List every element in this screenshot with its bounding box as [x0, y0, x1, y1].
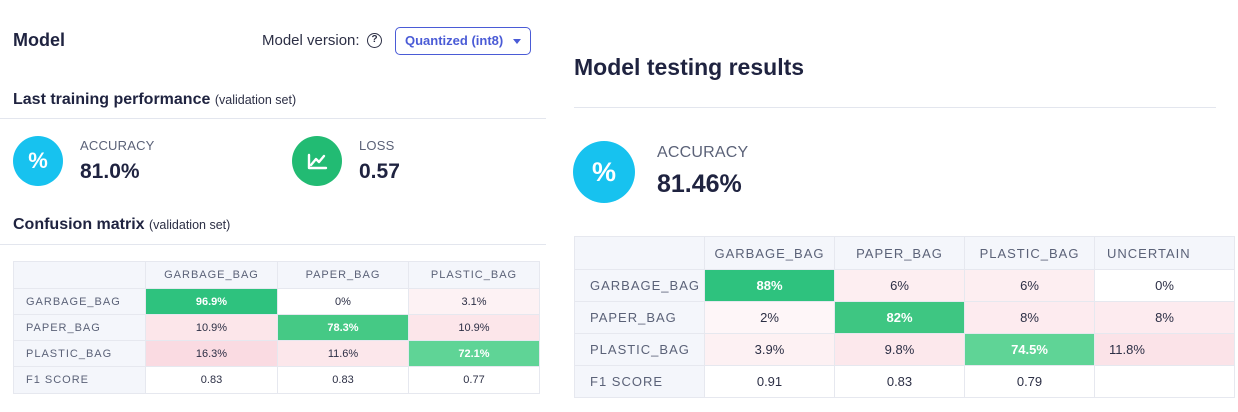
model-version-value: Quantized (int8) [405, 33, 504, 48]
confusion-matrix-heading: Confusion matrix (validation set) [13, 216, 230, 234]
model-title: Model [13, 30, 65, 50]
row-header: PLASTIC_BAG [13, 340, 146, 367]
matrix-cell: 82% [834, 301, 965, 334]
table-row: PLASTIC_BAG 16.3% 11.6% 72.1% [13, 340, 540, 367]
table-row: PLASTIC_BAG 3.9% 9.8% 74.5% 11.8% [574, 333, 1235, 366]
chevron-down-icon [513, 39, 521, 44]
row-header: F1 SCORE [574, 365, 705, 398]
training-heading-text: Last training performance [13, 91, 211, 108]
help-icon[interactable]: ? [367, 33, 382, 48]
row-header: PLASTIC_BAG [574, 333, 705, 366]
testing-panel: Model testing results % ACCURACY 81.46% … [560, 0, 1238, 412]
row-header: F1 SCORE [13, 366, 146, 394]
training-performance-heading: Last training performance (validation se… [13, 91, 296, 109]
loss-label: LOSS [359, 138, 395, 153]
table-corner [574, 236, 705, 270]
matrix-cell: 8% [964, 301, 1095, 334]
table-row: GARBAGE_BAG 96.9% 0% 3.1% [13, 288, 540, 315]
f1-cell: 0.91 [704, 365, 835, 398]
matrix-cell: 16.3% [145, 340, 278, 367]
confusion-matrix-table: GARBAGE_BAG PAPER_BAG PLASTIC_BAG GARBAG… [13, 261, 540, 394]
table-row: PAPER_BAG 10.9% 78.3% 10.9% [13, 314, 540, 341]
matrix-cell: 11.8% [1094, 333, 1235, 366]
row-header: GARBAGE_BAG [574, 269, 705, 302]
table-row: PAPER_BAG 2% 82% 8% 8% [574, 301, 1235, 334]
matrix-cell: 9.8% [834, 333, 965, 366]
table-row: GARBAGE_BAG 88% 6% 6% 0% [574, 269, 1235, 302]
row-header: GARBAGE_BAG [13, 288, 146, 315]
matrix-cell: 72.1% [408, 340, 540, 367]
accuracy-label: ACCURACY [80, 138, 155, 153]
row-header: PAPER_BAG [13, 314, 146, 341]
row-header: PAPER_BAG [574, 301, 705, 334]
accuracy-label: ACCURACY [657, 144, 749, 161]
model-version-label: Model version: [262, 32, 360, 49]
matrix-cell: 0% [1094, 269, 1235, 302]
loss-value: 0.57 [359, 160, 400, 183]
model-version-select[interactable]: Quantized (int8) [395, 27, 531, 55]
matrix-cell: 78.3% [277, 314, 409, 341]
column-header: PLASTIC_BAG [408, 261, 540, 289]
f1-cell: 0.83 [834, 365, 965, 398]
column-header: PAPER_BAG [834, 236, 965, 270]
matrix-cell: 74.5% [964, 333, 1095, 366]
matrix-cell: 10.9% [408, 314, 540, 341]
table-header-row: GARBAGE_BAG PAPER_BAG PLASTIC_BAG [13, 261, 540, 289]
matrix-cell: 0% [277, 288, 409, 315]
matrix-cell: 6% [834, 269, 965, 302]
model-panel: Model Model version: ? Quantized (int8) … [0, 0, 546, 412]
f1-score-row: F1 SCORE 0.83 0.83 0.77 [13, 366, 540, 394]
table-corner [13, 261, 146, 289]
column-header: PLASTIC_BAG [964, 236, 1095, 270]
confusion-heading-text: Confusion matrix [13, 216, 145, 233]
column-header: GARBAGE_BAG [145, 261, 278, 289]
testing-confusion-matrix-table: GARBAGE_BAG PAPER_BAG PLASTIC_BAG UNCERT… [574, 236, 1235, 398]
matrix-cell: 11.6% [277, 340, 409, 367]
chart-line-icon [292, 136, 342, 186]
f1-cell: 0.77 [408, 366, 540, 394]
column-header: UNCERTAIN [1094, 236, 1235, 270]
matrix-cell: 8% [1094, 301, 1235, 334]
matrix-cell: 6% [964, 269, 1095, 302]
percent-icon: % [13, 136, 63, 186]
training-heading-note: (validation set) [214, 93, 297, 107]
accuracy-value: 81.0% [80, 160, 140, 183]
testing-title: Model testing results [574, 54, 805, 80]
matrix-cell: 3.1% [408, 288, 540, 315]
confusion-heading-note: (validation set) [149, 218, 231, 232]
divider [0, 244, 546, 245]
matrix-cell: 3.9% [704, 333, 835, 366]
matrix-cell: 88% [704, 269, 835, 302]
column-header: PAPER_BAG [277, 261, 409, 289]
table-header-row: GARBAGE_BAG PAPER_BAG PLASTIC_BAG UNCERT… [574, 236, 1235, 270]
f1-cell: 0.79 [964, 365, 1095, 398]
matrix-cell: 96.9% [145, 288, 278, 315]
f1-cell [1094, 365, 1235, 398]
matrix-cell: 10.9% [145, 314, 278, 341]
f1-cell: 0.83 [145, 366, 278, 394]
column-header: GARBAGE_BAG [704, 236, 835, 270]
f1-cell: 0.83 [277, 366, 409, 394]
f1-score-row: F1 SCORE 0.91 0.83 0.79 [574, 365, 1235, 398]
percent-icon: % [573, 141, 635, 203]
matrix-cell: 2% [704, 301, 835, 334]
divider [574, 107, 1216, 108]
accuracy-value: 81.46% [657, 170, 742, 198]
divider [0, 118, 546, 119]
